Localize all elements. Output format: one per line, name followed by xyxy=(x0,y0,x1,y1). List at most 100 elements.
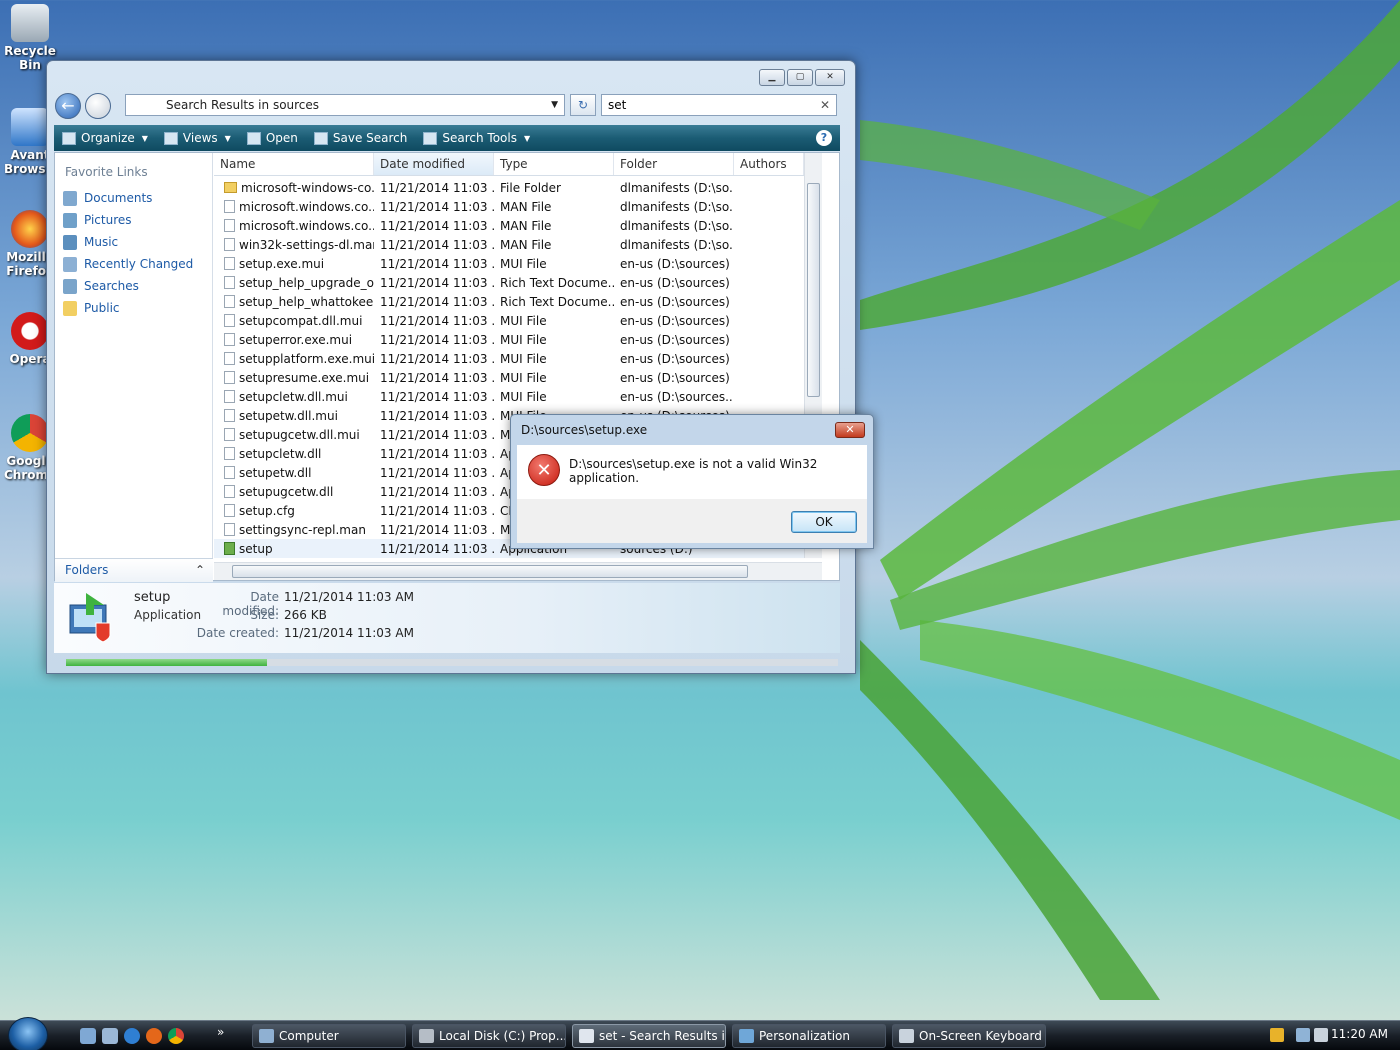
cell-date-modified: 11/21/2014 11:03 ... xyxy=(380,484,494,499)
search-input[interactable]: set ✕ xyxy=(601,94,837,116)
details-file-type: Application xyxy=(134,608,202,622)
computer-icon xyxy=(259,1029,274,1043)
firefox-icon[interactable] xyxy=(146,1028,162,1044)
nav-item-public[interactable]: Public xyxy=(63,297,193,319)
cell-type: Rich Text Docume... xyxy=(500,275,614,290)
search-tools-button[interactable]: Search Tools ▼ xyxy=(415,125,538,151)
favorite-links-list: Documents Pictures Music Recently Change… xyxy=(63,187,193,319)
scrollbar-thumb[interactable] xyxy=(807,183,820,397)
file-icon xyxy=(224,504,235,517)
documents-icon xyxy=(63,190,77,206)
taskbar-button-computer[interactable]: Computer xyxy=(252,1024,406,1048)
forward-button[interactable] xyxy=(85,93,111,119)
file-icon xyxy=(224,447,235,460)
folders-toggle[interactable]: Folders ⌃ xyxy=(55,558,213,582)
save-search-button[interactable]: Save Search xyxy=(306,125,416,151)
taskbar-button-local-disk-properties[interactable]: Local Disk (C:) Prop... xyxy=(412,1024,566,1048)
horizontal-scrollbar[interactable] xyxy=(214,562,822,580)
file-name: setupetw.dll xyxy=(239,465,312,480)
close-button[interactable]: ✕ xyxy=(815,69,845,86)
organize-button[interactable]: Organize ▼ xyxy=(54,125,156,151)
table-row[interactable]: microsoft.windows.co... 11/21/2014 11:03 … xyxy=(214,216,822,235)
internet-explorer-icon[interactable] xyxy=(124,1028,140,1044)
task-label: Local Disk (C:) Prop... xyxy=(439,1029,566,1043)
taskbar-button-on-screen-keyboard[interactable]: On-Screen Keyboard xyxy=(892,1024,1046,1048)
table-row[interactable]: microsoft.windows.co... 11/21/2014 11:03 … xyxy=(214,197,822,216)
table-row[interactable]: setup_help_upgrade_o... 11/21/2014 11:03 … xyxy=(214,273,822,292)
cell-date-modified: 11/21/2014 11:03 ... xyxy=(380,370,494,385)
file-name: microsoft-windows-co... xyxy=(241,180,374,195)
scrollbar-thumb[interactable] xyxy=(232,565,748,578)
nav-item-pictures[interactable]: Pictures xyxy=(63,209,193,231)
file-name: setupugcetw.dll.mui xyxy=(239,427,360,442)
cell-type: MUI File xyxy=(500,389,547,404)
column-header-folder[interactable]: Folder xyxy=(614,153,734,175)
show-desktop-icon[interactable] xyxy=(80,1028,96,1044)
table-row[interactable]: setup_help_whattokeep 11/21/2014 11:03 ..… xyxy=(214,292,822,311)
file-icon xyxy=(224,428,235,441)
nav-item-recently-changed[interactable]: Recently Changed xyxy=(63,253,193,275)
explorer-window: ▁ ▢ ✕ ← Search Results in sources ▼ ↻ se… xyxy=(46,60,856,674)
table-row[interactable]: setupcompat.dll.mui 11/21/2014 11:03 ... M… xyxy=(214,311,822,330)
table-row[interactable]: setupplatform.exe.mui 11/21/2014 11:03 ..… xyxy=(214,349,822,368)
nav-item-music[interactable]: Music xyxy=(63,231,193,253)
help-icon[interactable]: ? xyxy=(816,130,832,146)
start-button[interactable] xyxy=(8,1017,48,1050)
chrome-icon[interactable] xyxy=(168,1028,184,1044)
switch-windows-icon[interactable] xyxy=(102,1028,118,1044)
table-row[interactable]: setuperror.exe.mui 11/21/2014 11:03 ... MU… xyxy=(214,330,822,349)
file-icon xyxy=(224,219,235,232)
table-row[interactable]: win32k-settings-dl.man 11/21/2014 11:03 .… xyxy=(214,235,822,254)
file-name: setup.exe.mui xyxy=(239,256,325,271)
cell-date-modified: 11/21/2014 11:03 ... xyxy=(380,408,494,423)
address-bar[interactable]: Search Results in sources ▼ xyxy=(125,94,565,116)
dialog-close-button[interactable]: ✕ xyxy=(835,422,865,438)
ok-button[interactable]: OK xyxy=(791,511,857,533)
views-button[interactable]: Views ▼ xyxy=(156,125,239,151)
search-tools-label: Search Tools xyxy=(442,131,517,145)
chevron-down-icon[interactable]: ▼ xyxy=(551,95,558,115)
open-button[interactable]: Open xyxy=(239,125,306,151)
column-header-name[interactable]: Name xyxy=(214,153,374,175)
cell-date-modified: 11/21/2014 11:03 ... xyxy=(380,332,494,347)
cell-folder: dlmanifests (D:\so... xyxy=(620,180,734,195)
taskbar-button-personalization[interactable]: Personalization xyxy=(732,1024,886,1048)
volume-muted-icon[interactable] xyxy=(1314,1028,1328,1042)
column-header-date-modified[interactable]: Date modified xyxy=(374,153,494,175)
quick-launch-overflow-icon[interactable]: » xyxy=(217,1025,224,1039)
cell-name: setupresume.exe.mui xyxy=(214,371,374,385)
table-row[interactable]: setupcletw.dll.mui 11/21/2014 11:03 ... MU… xyxy=(214,387,822,406)
minimize-button[interactable]: ▁ xyxy=(759,69,785,86)
cell-type: MUI File xyxy=(500,256,547,271)
organize-icon xyxy=(62,131,76,145)
file-name: setup_help_whattokeep xyxy=(239,294,374,309)
nav-item-searches[interactable]: Searches xyxy=(63,275,193,297)
clock[interactable]: 11:20 AM xyxy=(1331,1027,1388,1041)
cell-name: setupetw.dll.mui xyxy=(214,409,374,423)
cell-folder: dlmanifests (D:\so... xyxy=(620,237,734,252)
back-button[interactable]: ← xyxy=(55,93,81,119)
cell-date-modified: 11/21/2014 11:03 ... xyxy=(380,503,494,518)
cell-date-modified: 11/21/2014 11:03 ... xyxy=(380,351,494,366)
refresh-button[interactable]: ↻ xyxy=(570,94,596,116)
file-name: setup xyxy=(239,541,273,556)
column-header-type[interactable]: Type xyxy=(494,153,614,175)
folder-icon xyxy=(224,182,237,193)
table-row[interactable]: microsoft-windows-co... 11/21/2014 11:03 … xyxy=(214,178,822,197)
cell-folder: en-us (D:\sources) xyxy=(620,256,730,271)
cell-date-modified: 11/21/2014 11:03 ... xyxy=(380,313,494,328)
nav-item-documents[interactable]: Documents xyxy=(63,187,193,209)
table-row[interactable]: setup.exe.mui 11/21/2014 11:03 ... MUI Fil… xyxy=(214,254,822,273)
taskbar-button-search-results[interactable]: set - Search Results i... xyxy=(572,1024,726,1048)
network-icon[interactable] xyxy=(1296,1028,1310,1042)
file-name: setupugcetw.dll xyxy=(239,484,334,499)
security-shield-icon[interactable] xyxy=(1270,1028,1284,1042)
maximize-button[interactable]: ▢ xyxy=(787,69,813,86)
clear-search-icon[interactable]: ✕ xyxy=(820,95,830,115)
cell-date-modified: 11/21/2014 11:03 ... xyxy=(380,256,494,271)
column-header-authors[interactable]: Authors xyxy=(734,153,804,175)
pictures-icon xyxy=(63,212,77,228)
table-row[interactable]: setupresume.exe.mui 11/21/2014 11:03 ... M… xyxy=(214,368,822,387)
progress-fill xyxy=(66,659,267,666)
file-icon xyxy=(224,257,235,270)
